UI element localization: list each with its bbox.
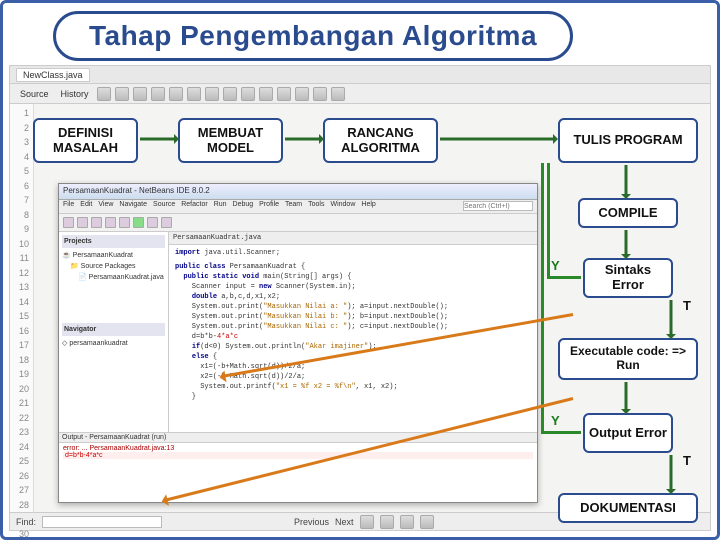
line-number-gutter: 1234567891011121314151617181920212223242… (10, 104, 34, 512)
slide-title: Tahap Pengembangan Algoritma (89, 20, 537, 52)
projects-pane-header: Projects (62, 235, 165, 248)
toolbar-icon[interactable] (241, 87, 255, 101)
branch-label-y: Y (551, 413, 560, 428)
code-line: if(d<0) System.out.println("Akar imajine… (175, 342, 531, 352)
nb-toolbar (59, 214, 537, 232)
ide-toolbar: Source History (10, 84, 710, 104)
nb-toolbar-icon[interactable] (147, 217, 158, 228)
toolbar-icon[interactable] (187, 87, 201, 101)
code-line: } (175, 392, 531, 402)
nb-titlebar: PersamaanKuadrat - NetBeans IDE 8.0.2 (59, 184, 537, 200)
nb-menu-item[interactable]: Team (285, 201, 302, 212)
toolbar-icon[interactable] (223, 87, 237, 101)
toolbar-icon[interactable] (295, 87, 309, 101)
code-line: double a,b,c,d,x1,x2; (175, 292, 531, 302)
package-node[interactable]: 📁 Source Packages (62, 261, 165, 272)
output-error-line: error: ... PersamaanKuadrat.java:13 (63, 445, 533, 452)
nb-project-pane: Projects ☕ PersamaanKuadrat 📁 Source Pac… (59, 232, 169, 432)
nb-toolbar-icon[interactable] (63, 217, 74, 228)
flow-box-exec: Executable code: => Run (558, 338, 698, 380)
feedback-line (547, 276, 581, 279)
toolbar-icon[interactable] (169, 87, 183, 101)
flow-box-rancang: RANCANG ALGORITMA (323, 118, 438, 163)
nb-menu-item[interactable]: Edit (80, 201, 92, 212)
ide-tabbar: NewClass.java (10, 66, 710, 84)
output-code-line: d=b*b-4*a*c (63, 452, 533, 459)
toolbar-icon[interactable] (97, 87, 111, 101)
nb-search-input[interactable] (463, 201, 533, 211)
flow-box-model: MEMBUAT MODEL (178, 118, 283, 163)
project-node[interactable]: ☕ PersamaanKuadrat (62, 250, 165, 261)
code-line: x1=(-b+Math.sqrt(d))/2/a; (175, 362, 531, 372)
toolbar-icon[interactable] (205, 87, 219, 101)
nb-menu-item[interactable]: View (98, 201, 113, 212)
code-line: System.out.print("Masukkan Nilai b: "); … (175, 312, 531, 322)
source-tab[interactable]: Source (16, 89, 53, 99)
branch-label-y: Y (551, 258, 560, 273)
nb-menu-item[interactable]: Run (214, 201, 227, 212)
feedback-line (541, 431, 581, 434)
code-line: import import java.util.Scanner;java.uti… (175, 248, 531, 258)
nb-menu-item[interactable]: Refactor (181, 201, 207, 212)
find-option-icon[interactable] (360, 515, 374, 529)
nb-toolbar-icon[interactable] (161, 217, 172, 228)
find-prev[interactable]: Previous (294, 517, 329, 527)
code-line: public static void main(String[] args) { (175, 272, 531, 282)
netbeans-window: PersamaanKuadrat - NetBeans IDE 8.0.2 Fi… (58, 183, 538, 503)
editor-file-tab[interactable]: NewClass.java (16, 68, 90, 82)
code-line: d=b*b-4*a*c (175, 332, 531, 342)
nb-menu-item[interactable]: Window (330, 201, 355, 212)
flow-box-output: Output Error (583, 413, 673, 453)
history-tab[interactable]: History (57, 89, 93, 99)
class-node[interactable]: 📄 PersamaanKuadrat.java (62, 272, 165, 283)
code-line: Scanner input = new Scanner(System.in); (175, 282, 531, 292)
flow-box-sintaks: Sintaks Error (583, 258, 673, 298)
nb-menu-item[interactable]: File (63, 201, 74, 212)
find-next[interactable]: Next (335, 517, 354, 527)
flow-box-tulis: TULIS PROGRAM (558, 118, 698, 163)
nb-menu-item[interactable]: Profile (259, 201, 279, 212)
feedback-line (541, 163, 544, 433)
nb-menubar: File Edit View Navigate Source Refactor … (59, 200, 537, 214)
find-option-icon[interactable] (420, 515, 434, 529)
feedback-line (547, 163, 550, 279)
find-label: Find: (16, 517, 36, 527)
nb-menu-item[interactable]: Source (153, 201, 175, 212)
find-option-icon[interactable] (400, 515, 414, 529)
nb-menu-item[interactable]: Help (361, 201, 375, 212)
nb-menu-item[interactable]: Navigate (119, 201, 147, 212)
nb-toolbar-icon[interactable] (77, 217, 88, 228)
toolbar-icon[interactable] (277, 87, 291, 101)
code-line: public class PersamaanKuadrat { (175, 262, 531, 272)
flow-box-definisi: DEFINISI MASALAH (33, 118, 138, 163)
nb-toolbar-icon[interactable] (105, 217, 116, 228)
navigator-node[interactable]: ◇ persamaankuadrat (62, 338, 165, 349)
code-line: System.out.printf("x1 = %f x2 = %f\n", x… (175, 382, 531, 392)
flow-box-doc: DOKUMENTASI (558, 493, 698, 523)
nb-menu-item[interactable]: Debug (233, 201, 254, 212)
nb-toolbar-icon[interactable] (91, 217, 102, 228)
nb-toolbar-icon[interactable] (119, 217, 130, 228)
toolbar-icon[interactable] (133, 87, 147, 101)
output-header: Output - PersamaanKuadrat (run) (59, 433, 537, 443)
code-line: System.out.print("Masukkan Nilai a: "); … (175, 302, 531, 312)
find-input[interactable] (42, 516, 162, 528)
navigator-pane-header: Navigator (62, 323, 165, 336)
toolbar-icon[interactable] (115, 87, 129, 101)
nb-menu-item[interactable]: Tools (308, 201, 324, 212)
find-option-icon[interactable] (380, 515, 394, 529)
toolbar-icon[interactable] (151, 87, 165, 101)
slide-title-frame: Tahap Pengembangan Algoritma (53, 11, 573, 61)
toolbar-icon[interactable] (259, 87, 273, 101)
editor-tab[interactable]: PersamaanKuadrat.java (169, 232, 537, 245)
branch-label-t: T (683, 453, 691, 468)
nb-toolbar-icon[interactable] (133, 217, 144, 228)
toolbar-icon[interactable] (331, 87, 345, 101)
branch-label-t: T (683, 298, 691, 313)
toolbar-icon[interactable] (313, 87, 327, 101)
